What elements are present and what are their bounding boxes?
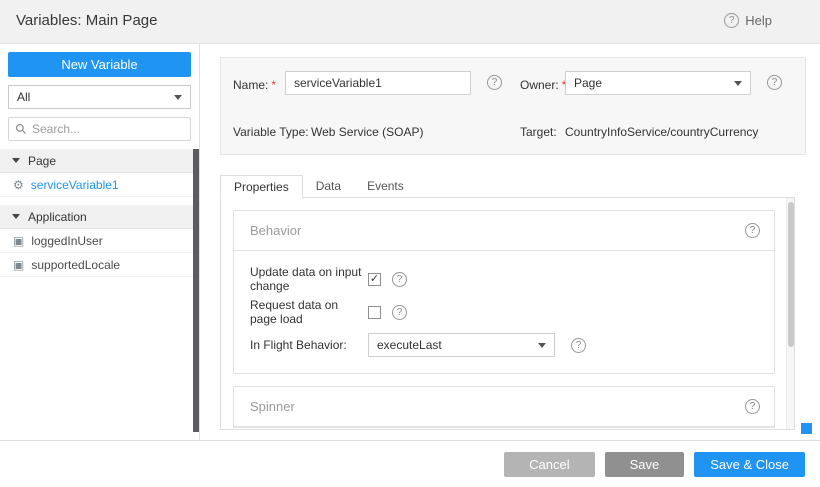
owner-value: Page [574, 76, 602, 90]
behavior-help-icon[interactable]: ? [745, 223, 760, 238]
search-input[interactable] [32, 122, 184, 136]
owner-select[interactable]: Page [565, 71, 751, 95]
in-flight-behavior-value: executeLast [377, 338, 442, 352]
tree-item-label: loggedInUser [31, 234, 102, 248]
help-label: Help [745, 13, 772, 28]
in-flight-behavior-label: In Flight Behavior: [250, 338, 368, 352]
collapse-icon [12, 214, 20, 219]
section-title: Behavior [250, 223, 301, 238]
behavior-section: Behavior ? Update data on input change ✓… [233, 210, 775, 374]
window-header: Variables: Main Page ? Help [0, 0, 820, 44]
target-label: Target: [520, 125, 557, 139]
caret-down-icon [734, 81, 742, 86]
sidebar-item-servicevariable1[interactable]: ⚙ serviceVariable1 [0, 173, 199, 197]
page-title: Variables: Main Page [16, 12, 157, 29]
sidebar-item-supportedlocale[interactable]: ▣ supportedLocale [0, 253, 199, 277]
owner-label: Owner:* [520, 78, 566, 92]
request-data-label: Request data on page load [250, 298, 368, 326]
update-data-help-icon[interactable]: ? [392, 272, 407, 287]
tree-group-page[interactable]: Page [0, 149, 199, 173]
variables-dialog: Variables: Main Page ? Help New Variable… [0, 0, 820, 487]
variable-filter-select[interactable]: All [8, 85, 191, 109]
tree-item-label: serviceVariable1 [31, 178, 119, 192]
section-header: Spinner ? [234, 387, 774, 427]
scrollbar-thumb[interactable] [788, 202, 794, 347]
tab-bar: Properties Data Events [220, 175, 417, 198]
spinner-help-icon[interactable]: ? [745, 399, 760, 414]
variable-tree: Page ⚙ serviceVariable1 Application ▣ lo… [0, 149, 199, 277]
search-box [8, 117, 191, 141]
property-row: In Flight Behavior: executeLast ? [250, 333, 758, 357]
tab-properties[interactable]: Properties [220, 175, 303, 199]
in-flight-behavior-select[interactable]: executeLast [368, 333, 555, 357]
variable-icon: ▣ [13, 235, 24, 247]
sidebar: New Variable All Page ⚙ serviceVariable1 [0, 44, 200, 440]
update-data-label: Update data on input change [250, 265, 368, 293]
name-help-icon[interactable]: ? [487, 75, 502, 90]
help-button[interactable]: ? Help [724, 13, 772, 28]
save-button[interactable]: Save [605, 452, 685, 477]
filter-value: All [17, 90, 30, 104]
variable-type-label: Variable Type: [233, 125, 309, 139]
variable-icon: ▣ [13, 259, 24, 271]
sidebar-item-loggedinuser[interactable]: ▣ loggedInUser [0, 229, 199, 253]
sidebar-scrollbar[interactable] [193, 149, 199, 432]
tree-group-label: Page [28, 154, 56, 168]
name-label: Name:* [233, 78, 276, 92]
variable-type-value: Web Service (SOAP) [311, 125, 423, 139]
section-title: Spinner [250, 399, 295, 414]
update-data-checkbox[interactable]: ✓ [368, 273, 381, 286]
property-row: Request data on page load ? [250, 300, 758, 324]
owner-help-icon[interactable]: ? [767, 75, 782, 90]
in-flight-behavior-help-icon[interactable]: ? [571, 338, 586, 353]
tab-data[interactable]: Data [303, 175, 354, 198]
request-data-checkbox[interactable] [368, 306, 381, 319]
name-input[interactable] [285, 71, 471, 95]
search-icon [15, 123, 27, 135]
collapse-icon [12, 158, 20, 163]
footer-action-bar: Cancel Save Save & Close [0, 440, 820, 487]
save-close-button[interactable]: Save & Close [694, 452, 805, 477]
tree-item-label: supportedLocale [31, 258, 120, 272]
request-data-help-icon[interactable]: ? [392, 305, 407, 320]
properties-panel: Behavior ? Update data on input change ✓… [220, 197, 795, 430]
property-row: Update data on input change ✓ ? [250, 267, 758, 291]
tab-events[interactable]: Events [354, 175, 417, 198]
scroll-corner-indicator[interactable] [801, 423, 812, 434]
help-icon: ? [724, 13, 739, 28]
tree-group-label: Application [28, 210, 87, 224]
content-scrollbar[interactable] [786, 198, 794, 429]
web-service-icon: ⚙ [13, 179, 24, 191]
required-marker: * [271, 78, 276, 92]
caret-down-icon [174, 95, 182, 100]
check-icon: ✓ [370, 274, 379, 285]
caret-down-icon [538, 343, 546, 348]
cancel-button[interactable]: Cancel [504, 452, 594, 477]
target-value: CountryInfoService/countryCurrency [565, 125, 758, 139]
tree-group-application[interactable]: Application [0, 205, 199, 229]
section-body: Update data on input change ✓ ? Request … [234, 251, 774, 373]
new-variable-button[interactable]: New Variable [8, 52, 191, 77]
variable-summary-panel: Name:* ? Owner:* Page ? Variable Type: W… [220, 57, 806, 155]
spinner-section: Spinner ? [233, 386, 775, 428]
section-header: Behavior ? [234, 211, 774, 251]
main-content: Name:* ? Owner:* Page ? Variable Type: W… [200, 44, 820, 440]
